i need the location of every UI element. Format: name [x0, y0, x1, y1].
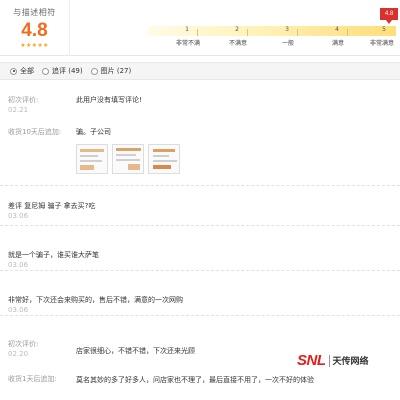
radio-icon[interactable] — [90, 67, 98, 75]
scale-num: 4 — [335, 26, 339, 33]
watermark-cn: 天传网络 — [332, 357, 369, 367]
filter-images[interactable]: 图片 (27) — [90, 66, 132, 76]
score-marker: 4.8 — [380, 8, 398, 20]
scale-tick — [197, 29, 198, 36]
review-tag: 初次评价: — [8, 96, 39, 104]
score-title: 与描述相符 — [13, 8, 56, 17]
followup-text: 莫名其妙的多了好多人，问店家也不理了，最后直接不用了，一次不好的体验 — [76, 376, 314, 384]
scale-num: 5 — [382, 26, 386, 33]
watermark-brand: SNL — [297, 352, 326, 369]
review-thumbnail[interactable] — [112, 144, 144, 174]
rating-scale: 1 2 3 4 5 非常不满 不满意 一般 满意 非常满意 4.8 — [148, 0, 400, 56]
scale-num: 3 — [285, 26, 289, 33]
scale-tick — [347, 29, 348, 36]
review-item: 差评 复尼姆 骗子 拿去买?吃 03.06 — [0, 186, 400, 226]
rating-panel: 与描述相符 4.8 ★★★★★ 1 2 3 4 5 非常不满 不满意 一般 满意… — [0, 0, 400, 56]
review-date: 03.06 — [8, 261, 29, 269]
scale-tick — [247, 29, 248, 36]
score-value: 4.8 — [21, 20, 48, 41]
review-item: 非常好，下次还会来购买的，售后不错，满意的一次网购 03.06 — [0, 271, 400, 316]
score-box: 与描述相符 4.8 ★★★★★ — [0, 0, 70, 56]
review-item: 初次评价: 此用户没有填写评论! 02.21 收货10天后追加: 骗。子公司 — [0, 86, 400, 186]
scale-label: 非常满意 — [369, 40, 394, 47]
filter-label: 图片 (27) — [100, 67, 132, 75]
review-date: 03.06 — [8, 212, 29, 220]
radio-checked-icon[interactable] — [10, 67, 17, 75]
filter-all[interactable]: 全部 — [10, 66, 34, 76]
filter-followup[interactable]: 追评 (49) — [42, 66, 83, 76]
review-item: 就是一个骗子，谁买谁大萨笔 03.06 — [0, 226, 400, 271]
followup-text: 骗。子公司 — [76, 128, 111, 136]
followup-tag: 收货10天后追加: — [8, 128, 62, 136]
review-text: 差评 复尼姆 骗子 拿去买?吃 — [8, 202, 96, 210]
marker-arrow-icon — [386, 20, 392, 24]
review-tag: 初次评价: — [8, 340, 39, 348]
review-text: 店家很细心，不错不错，下次还来光顾 — [76, 347, 195, 355]
filter-label: 全部 — [20, 67, 34, 75]
review-thumbnail[interactable] — [148, 144, 180, 174]
followup-tag: 收货1天后追加: — [8, 375, 57, 383]
review-filter-bar: 全部 追评 (49) 图片 (27) — [0, 62, 400, 80]
review-text: 此用户没有填写评论! — [76, 96, 142, 104]
review-text: 非常好，下次还会来购买的，售后不错，满意的一次网购 — [8, 296, 183, 304]
review-thumbnail[interactable] — [76, 144, 108, 174]
watermark-logo: SNL 天传网络 — [297, 352, 369, 369]
scale-tick — [297, 29, 298, 36]
review-text: 就是一个骗子，谁买谁大萨笔 — [8, 251, 99, 259]
watermark-divider — [328, 354, 330, 367]
scale-num: 2 — [235, 26, 239, 33]
scale-label: 不满意 — [228, 40, 247, 47]
scale-label: 非常不满 — [175, 40, 200, 47]
scale-label: 一般 — [281, 40, 294, 47]
review-image-list — [76, 144, 184, 174]
star-rating: ★★★★★ — [20, 42, 49, 49]
filter-label: 追评 (49) — [52, 67, 83, 75]
review-date: 03.06 — [8, 306, 29, 314]
review-date: 02.21 — [8, 106, 29, 114]
scale-num: 1 — [185, 26, 189, 33]
scale-label: 满意 — [331, 40, 344, 47]
review-date: 02.20 — [8, 350, 29, 358]
radio-icon[interactable] — [42, 67, 49, 75]
